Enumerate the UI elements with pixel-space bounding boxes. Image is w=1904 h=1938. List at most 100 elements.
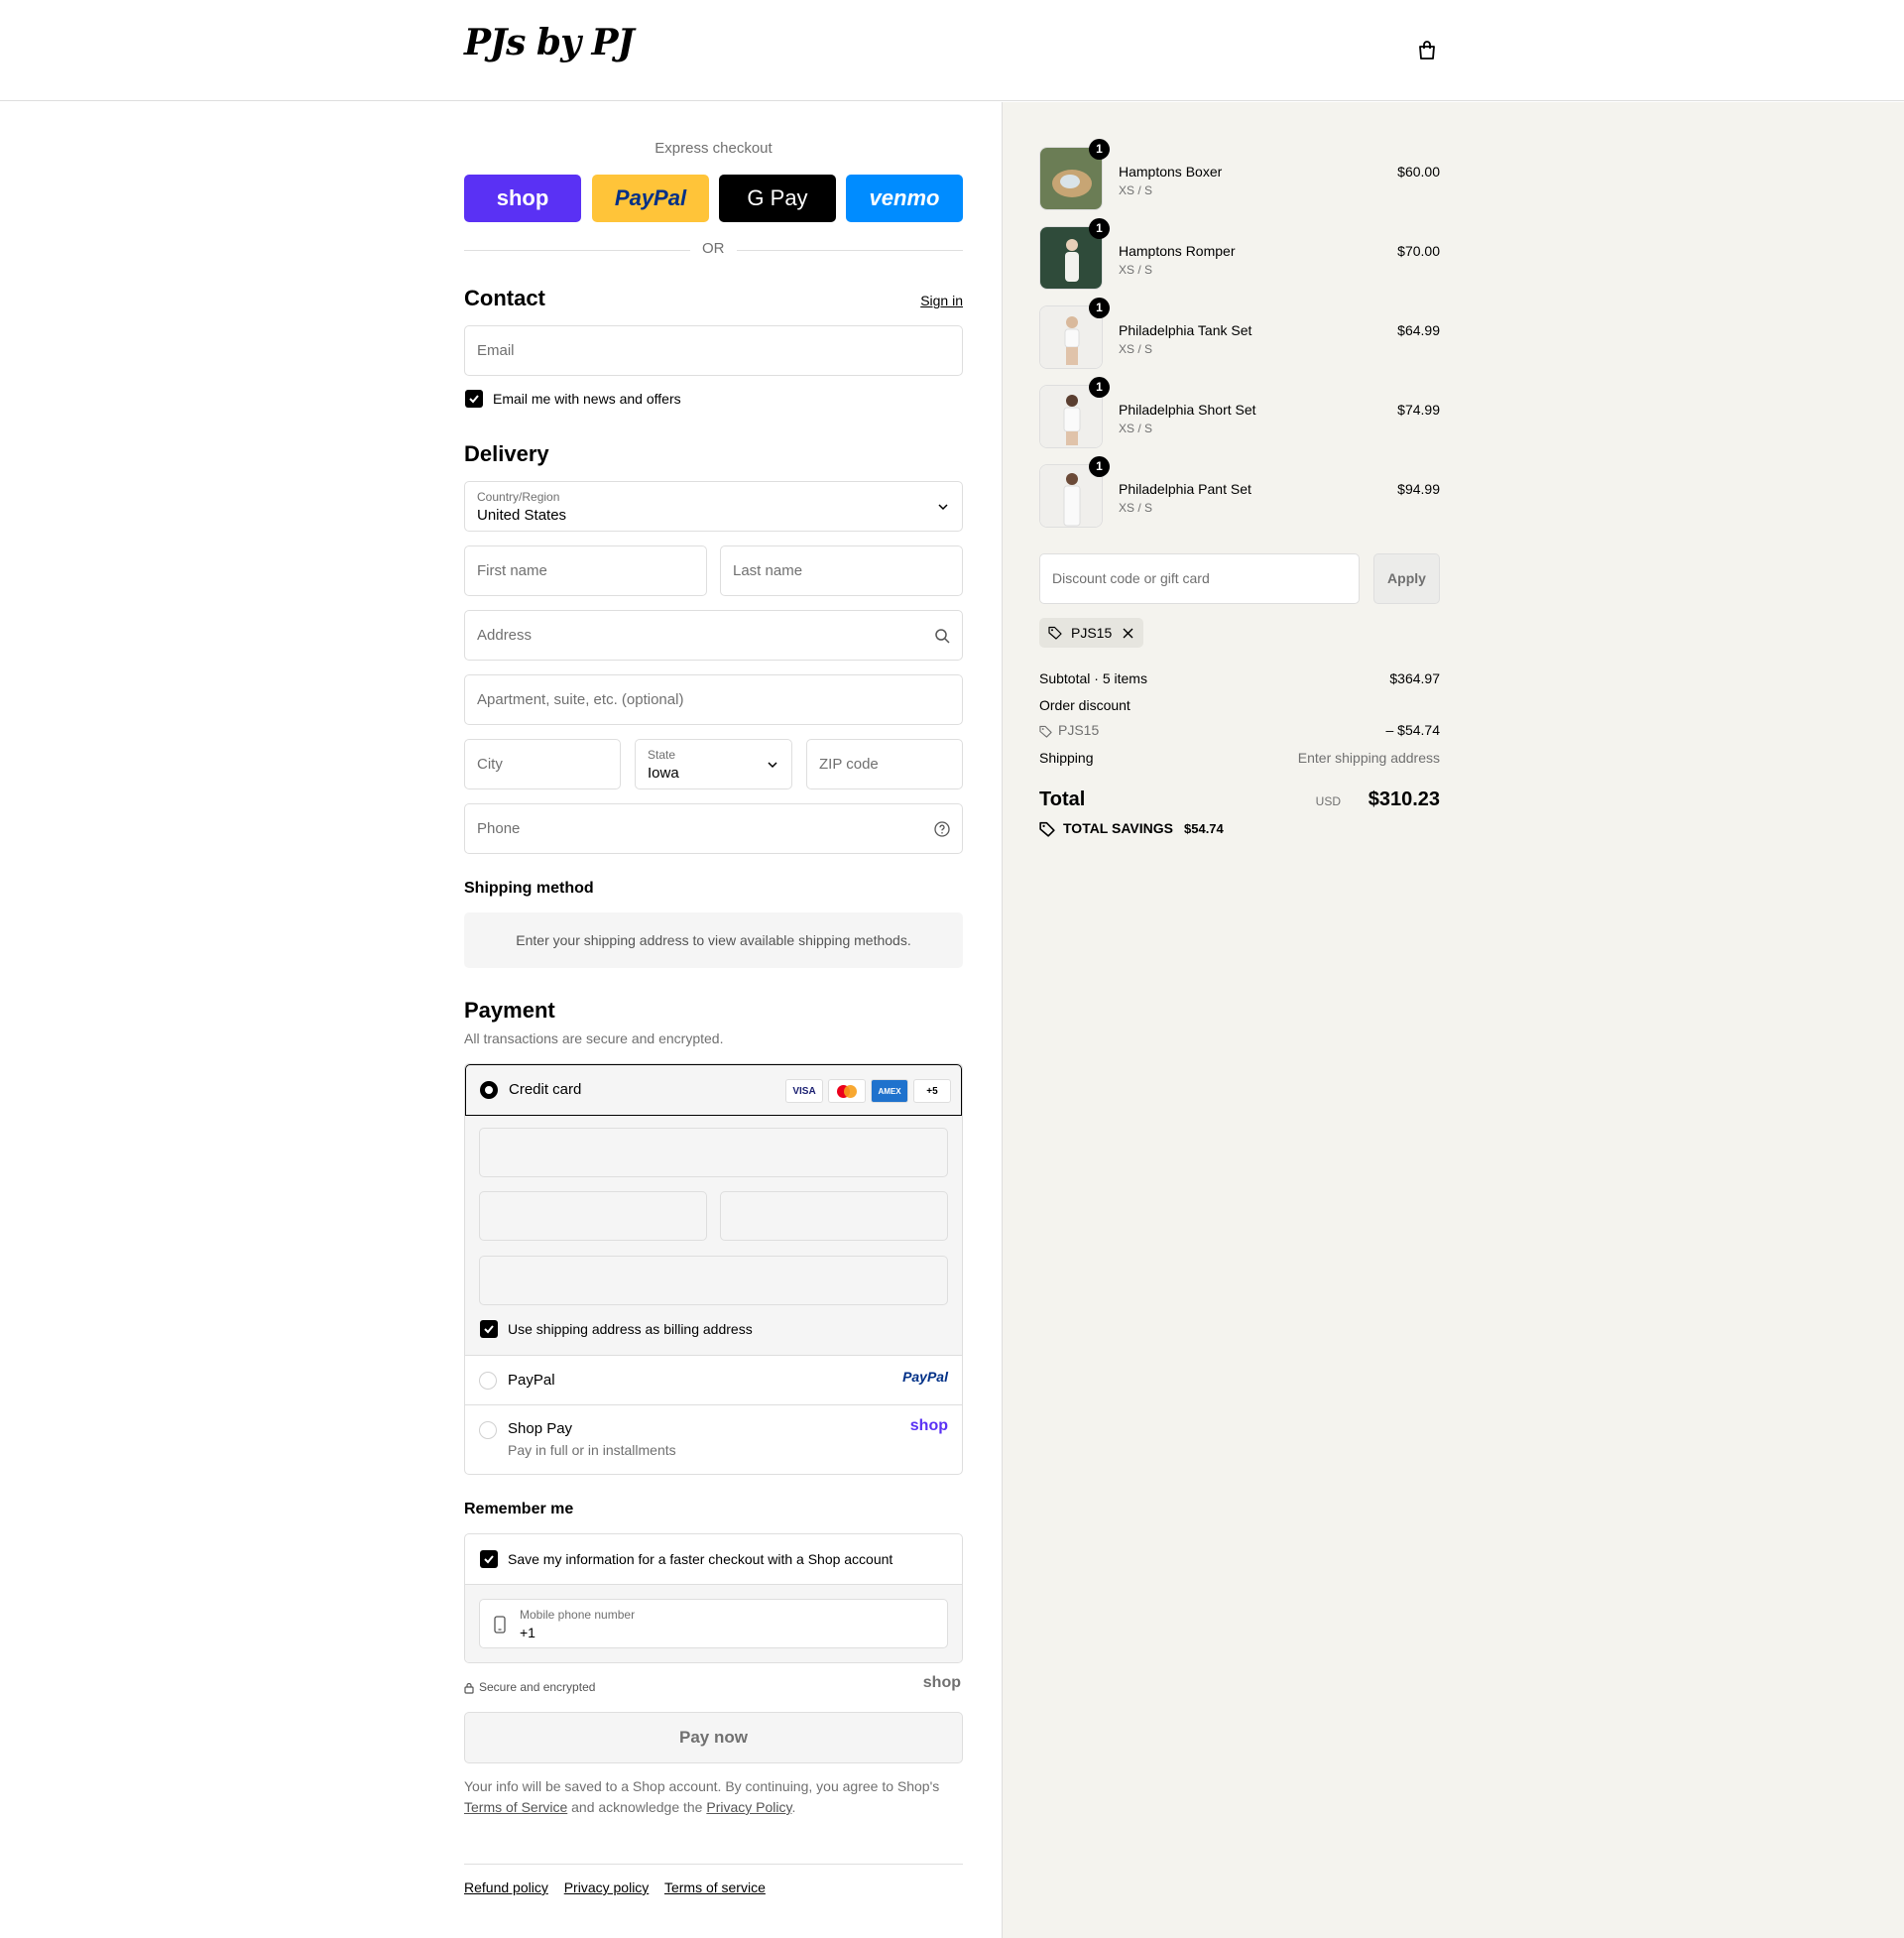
product-price: $60.00 [1397, 164, 1440, 180]
phone-field[interactable]: Phone [464, 803, 963, 854]
cart-item: 1 Philadelphia Pant Set XS / S $94.99 [1039, 456, 1440, 528]
city-field[interactable]: City [464, 739, 621, 789]
order-discount-row: Order discount [1039, 697, 1440, 717]
paypal-logo: PayPal [902, 1369, 948, 1385]
total-label: Total [1039, 788, 1086, 810]
store-logo[interactable]: PJs by PJ [464, 22, 635, 63]
shop-pay-logo: shop [909, 1417, 948, 1434]
state-value: Iowa [648, 765, 679, 782]
terms-of-service-link[interactable]: Terms of Service [464, 1799, 567, 1815]
footer-terms-link[interactable]: Terms of service [664, 1879, 766, 1895]
cart-item: 1 Philadelphia Tank Set XS / S $64.99 [1039, 298, 1440, 369]
paypal-option[interactable]: PayPal PayPal [465, 1355, 962, 1404]
news-checkbox[interactable] [465, 390, 483, 408]
total-savings-row: TOTAL SAVINGS $54.74 [1039, 819, 1440, 839]
credit-card-option[interactable]: Credit card VISA AMEX +5 [465, 1064, 962, 1116]
shipping-method-title: Shipping method [464, 880, 594, 897]
paypal-button[interactable]: PayPal [592, 175, 709, 222]
tag-icon [1048, 626, 1062, 640]
last-name-placeholder: Last name [733, 562, 803, 579]
first-name-placeholder: First name [477, 562, 547, 579]
address-field[interactable]: Address [464, 610, 963, 661]
delivery-title: Delivery [464, 441, 549, 466]
remember-me-title: Remember me [464, 1501, 574, 1517]
legal-end: . [791, 1799, 796, 1815]
google-pay-button[interactable]: G Pay [719, 175, 836, 222]
card-expiry-field[interactable] [479, 1191, 707, 1241]
state-label: State [648, 748, 676, 762]
shop-pay-radio[interactable] [479, 1421, 497, 1439]
product-name: Philadelphia Pant Set [1119, 481, 1251, 497]
lock-icon [464, 1682, 474, 1694]
save-info-label: Save my information for a faster checkou… [508, 1551, 893, 1567]
product-variant: XS / S [1119, 263, 1153, 277]
applied-code-label: PJS15 [1071, 625, 1113, 641]
shop-pay-option[interactable]: Shop Pay Pay in full or in installments … [465, 1404, 962, 1474]
more-cards-badge: +5 [913, 1079, 951, 1103]
zip-field[interactable]: ZIP code [806, 739, 963, 789]
sign-in-link[interactable]: Sign in [920, 293, 963, 308]
privacy-policy-link[interactable]: Privacy Policy [706, 1799, 791, 1815]
amex-icon: AMEX [871, 1079, 908, 1103]
search-icon [935, 629, 950, 644]
shipping-row: Shipping Enter shipping address [1039, 750, 1440, 770]
cart-icon[interactable] [1416, 40, 1438, 61]
apartment-field[interactable]: Apartment, suite, etc. (optional) [464, 674, 963, 725]
tag-icon [1039, 821, 1055, 837]
chevron-down-icon [768, 762, 777, 769]
or-label: OR [702, 240, 725, 257]
help-icon[interactable] [934, 821, 950, 837]
shop-logo: shop [922, 1674, 961, 1691]
billing-label: Use shipping address as billing address [508, 1321, 753, 1337]
subtotal-row: Subtotal · 5 items $364.97 [1039, 670, 1440, 690]
venmo-button[interactable]: venmo [846, 175, 963, 222]
product-variant: XS / S [1119, 183, 1153, 197]
shop-pay-label: Shop Pay [508, 1420, 573, 1437]
product-name: Hamptons Boxer [1119, 164, 1223, 180]
discount-amount: – $54.74 [1385, 722, 1441, 738]
email-field[interactable]: Email [464, 325, 963, 376]
product-price: $74.99 [1397, 402, 1440, 418]
visa-icon: VISA [785, 1079, 823, 1103]
discount-code-field[interactable]: Discount code or gift card [1039, 553, 1360, 604]
mobile-phone-field[interactable]: Mobile phone number +1 [479, 1599, 948, 1648]
card-cvc-field[interactable] [720, 1191, 948, 1241]
subtotal-value: $364.97 [1389, 670, 1440, 686]
payment-title: Payment [464, 998, 555, 1023]
apartment-placeholder: Apartment, suite, etc. (optional) [477, 691, 684, 708]
card-number-field[interactable] [479, 1128, 948, 1177]
header: PJs by PJ [0, 0, 1904, 101]
currency-label: USD [1315, 794, 1341, 808]
subtotal-label: Subtotal · 5 items [1039, 670, 1147, 686]
legal-text: Your info will be saved to a Shop accoun… [464, 1776, 963, 1818]
total-value: $310.23 [1368, 788, 1440, 810]
close-icon[interactable] [1123, 628, 1133, 639]
country-value: United States [477, 507, 567, 524]
billing-checkbox[interactable] [480, 1320, 498, 1338]
apply-button[interactable]: Apply [1373, 553, 1440, 604]
credit-card-radio[interactable] [480, 1081, 498, 1099]
first-name-field[interactable]: First name [464, 545, 707, 596]
applied-discount-tag: PJS15 [1039, 618, 1143, 648]
total-savings-value: $54.74 [1184, 821, 1224, 836]
shipping-value: Enter shipping address [1297, 750, 1440, 766]
legal-text-1: Your info will be saved to a Shop accoun… [464, 1778, 940, 1794]
payment-methods: Credit card VISA AMEX +5 Use shipping ad… [464, 1063, 963, 1475]
state-select[interactable]: State Iowa [635, 739, 792, 789]
remember-me-box: Save my information for a faster checkou… [464, 1533, 963, 1663]
footer-privacy-policy-link[interactable]: Privacy policy [564, 1879, 650, 1895]
product-price: $64.99 [1397, 322, 1440, 338]
mobile-phone-value: +1 [520, 1625, 536, 1640]
total-savings-label: TOTAL SAVINGS [1063, 820, 1173, 836]
card-name-field[interactable] [479, 1256, 948, 1305]
refund-policy-link[interactable]: Refund policy [464, 1879, 548, 1895]
save-info-checkbox[interactable] [480, 1550, 498, 1568]
product-variant: XS / S [1119, 501, 1153, 515]
shop-pay-button[interactable]: shop [464, 175, 581, 222]
or-divider: OR [464, 240, 963, 260]
country-select[interactable]: Country/Region United States [464, 481, 963, 532]
pay-now-button[interactable]: Pay now [464, 1712, 963, 1763]
cart-item: 1 Philadelphia Short Set XS / S $74.99 [1039, 377, 1440, 448]
last-name-field[interactable]: Last name [720, 545, 963, 596]
paypal-radio[interactable] [479, 1372, 497, 1390]
